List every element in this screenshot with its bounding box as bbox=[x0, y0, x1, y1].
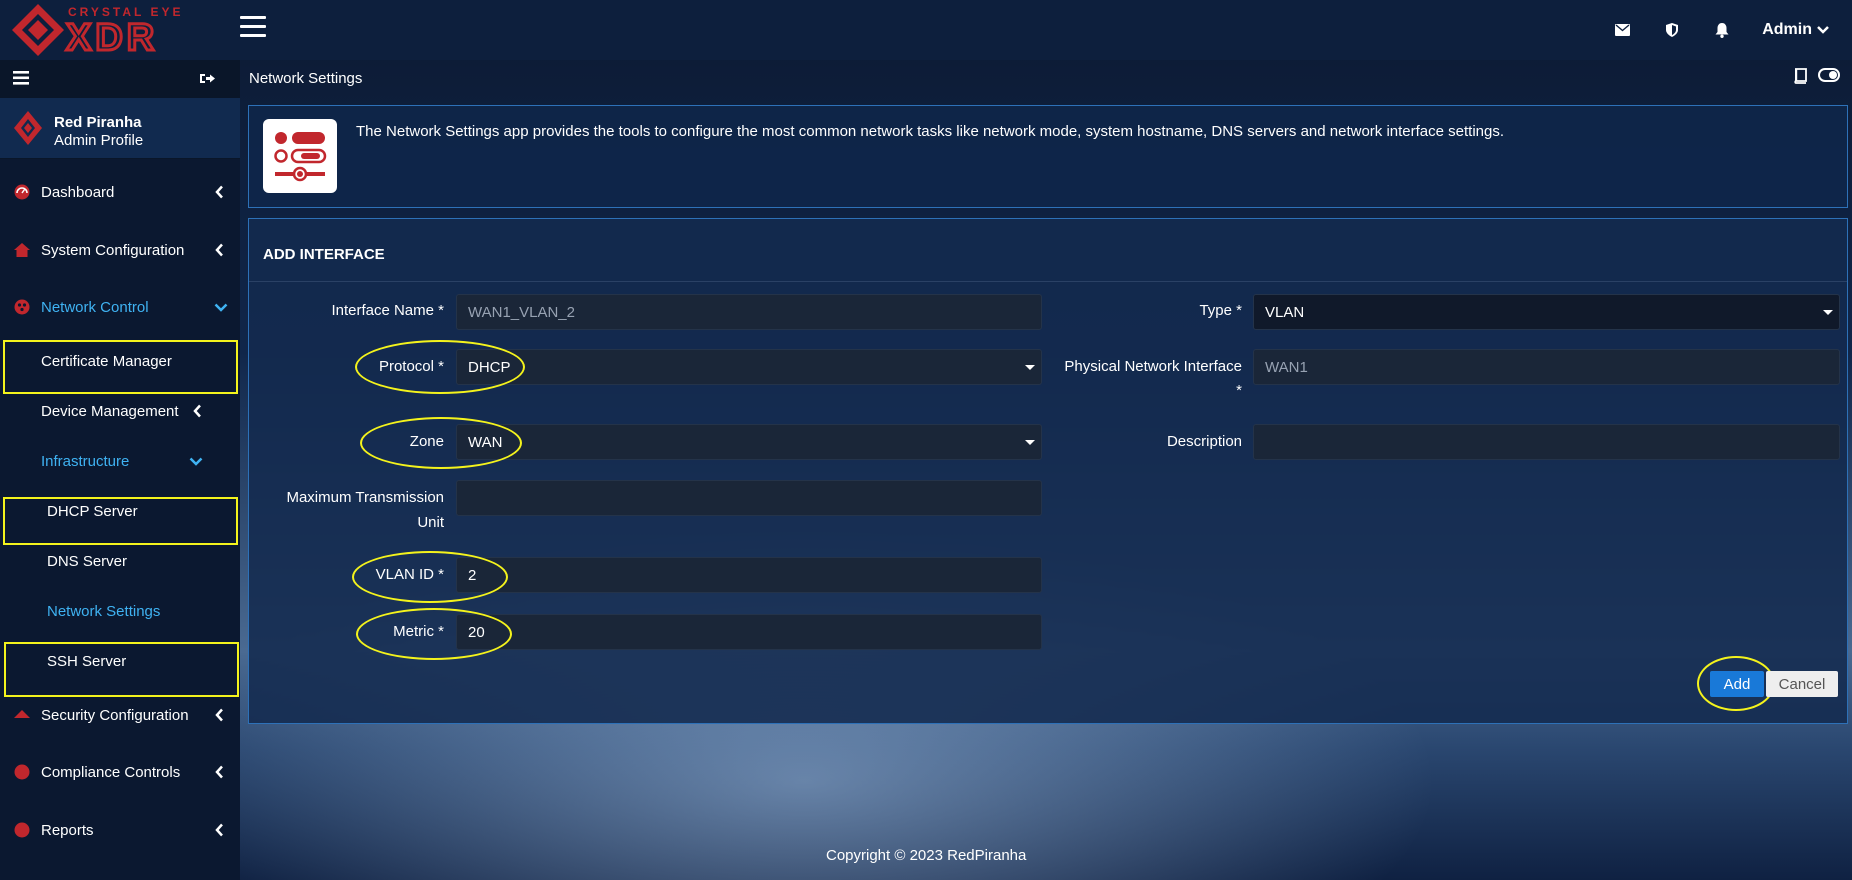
mtu-label-line1: Maximum Transmission bbox=[286, 489, 444, 506]
red-piranha-logo bbox=[14, 111, 42, 145]
vlan-id-input[interactable]: 2 bbox=[456, 557, 1042, 593]
type-value: VLAN bbox=[1265, 303, 1305, 321]
dashboard-gauge-icon bbox=[14, 184, 30, 200]
annotation-metric bbox=[356, 608, 512, 660]
chevron-down-icon bbox=[214, 303, 228, 312]
description-label: Description bbox=[1166, 433, 1242, 450]
sidebar-item-label: System Configuration bbox=[41, 241, 185, 259]
physical-interface-label-line2: * bbox=[1236, 382, 1242, 399]
toggle-icon[interactable] bbox=[1818, 68, 1840, 82]
annotation-zone bbox=[360, 417, 522, 469]
sidebar-item-label: Infrastructure bbox=[41, 452, 130, 470]
sidebar-item-security-configuration[interactable]: Security Configuration bbox=[0, 695, 240, 735]
physical-interface-placeholder: WAN1 bbox=[1265, 358, 1308, 376]
caret-down-icon bbox=[1025, 440, 1035, 445]
profile-name: Red Piranha bbox=[54, 114, 142, 131]
admin-label: Admin bbox=[1762, 21, 1812, 38]
chevron-left-icon bbox=[215, 243, 223, 257]
sidebar-item-label: DNS Server bbox=[47, 552, 128, 570]
type-label: Type * bbox=[1199, 302, 1242, 319]
sidebar-item-label: Certificate Manager bbox=[41, 352, 172, 370]
caret-down-icon bbox=[1823, 310, 1833, 315]
sidebar-item-dashboard[interactable]: Dashboard bbox=[0, 172, 240, 212]
compliance-icon bbox=[14, 764, 30, 780]
annotation-protocol bbox=[355, 340, 525, 394]
sidebar-item-label: Compliance Controls bbox=[41, 763, 181, 781]
app-info-panel: The Network Settings app provides the to… bbox=[248, 105, 1848, 208]
sidebar-item-label: Security Configuration bbox=[41, 706, 189, 724]
envelope-icon[interactable] bbox=[1612, 20, 1632, 40]
caret-down-icon bbox=[1025, 365, 1035, 370]
profile-subtitle: Admin Profile bbox=[54, 132, 144, 149]
description-input[interactable] bbox=[1253, 424, 1840, 460]
sidebar-item-label: SSH Server bbox=[47, 652, 127, 670]
sidebar-item-compliance-controls[interactable]: Compliance Controls bbox=[0, 752, 240, 792]
sidebar-item-label: Network Control bbox=[41, 298, 149, 316]
reports-icon bbox=[14, 822, 30, 838]
sidebar-item-label: Dashboard bbox=[41, 183, 115, 201]
sidebar-item-network-control[interactable]: Network Control bbox=[0, 287, 240, 327]
mtu-label-line2: Unit bbox=[417, 514, 444, 531]
chevron-left-icon bbox=[193, 404, 201, 418]
protocol-select[interactable]: DHCP bbox=[456, 349, 1042, 385]
shield-icon[interactable] bbox=[1662, 20, 1682, 40]
security-icon bbox=[14, 710, 30, 718]
sidebar-item-label: Device Management bbox=[41, 402, 179, 420]
footer-copyright: Copyright © 2023 RedPiranha bbox=[826, 847, 1027, 864]
chevron-left-icon bbox=[215, 823, 223, 837]
cancel-button[interactable]: Cancel bbox=[1766, 671, 1838, 697]
interface-name-input[interactable]: WAN1_VLAN_2 bbox=[456, 294, 1042, 330]
profile-card[interactable]: Red Piranha Admin Profile bbox=[0, 98, 240, 159]
mtu-input[interactable] bbox=[456, 480, 1042, 516]
sidebar-item-device-management[interactable]: Device Management bbox=[41, 391, 221, 431]
sidebar-item-label: Network Settings bbox=[47, 602, 161, 620]
network-globe-icon bbox=[14, 299, 30, 315]
sidebar-item-label: Reports bbox=[41, 821, 94, 839]
sign-out-icon[interactable] bbox=[200, 72, 215, 85]
chevron-left-icon bbox=[215, 185, 223, 199]
physical-interface-input[interactable]: WAN1 bbox=[1253, 349, 1840, 385]
sidebar: Red Piranha Admin Profile Dashboard Syst… bbox=[0, 60, 240, 880]
interface-name-label: Interface Name * bbox=[331, 302, 444, 319]
sidebar-item-reports[interactable]: Reports bbox=[0, 810, 240, 850]
book-icon[interactable] bbox=[1792, 68, 1808, 84]
form-heading: ADD INTERFACE bbox=[263, 246, 385, 263]
home-icon bbox=[14, 243, 30, 257]
interface-name-placeholder: WAN1_VLAN_2 bbox=[468, 303, 575, 321]
chevron-left-icon bbox=[215, 708, 223, 722]
sidebar-item-system-configuration[interactable]: System Configuration bbox=[0, 230, 240, 270]
page-title: Network Settings bbox=[249, 70, 363, 87]
app-description: The Network Settings app provides the to… bbox=[356, 123, 1505, 140]
network-settings-app-icon bbox=[263, 119, 337, 193]
sidebar-toolbar bbox=[0, 60, 240, 98]
sidebar-item-label: DHCP Server bbox=[47, 502, 138, 520]
chevron-down-icon bbox=[1817, 26, 1829, 34]
zone-select[interactable]: WAN bbox=[456, 424, 1042, 460]
chevron-left-icon bbox=[215, 765, 223, 779]
sidebar-collapse-icon[interactable] bbox=[13, 71, 29, 85]
admin-menu[interactable]: Admin bbox=[1762, 21, 1830, 39]
sidebar-item-infrastructure[interactable]: Infrastructure bbox=[41, 441, 221, 481]
crystal-eye-xdr-logo[interactable]: CRYSTAL EYE XDR bbox=[8, 0, 208, 61]
main-menu-toggle[interactable] bbox=[240, 16, 266, 40]
add-button[interactable]: Add bbox=[1710, 671, 1764, 697]
form-divider bbox=[249, 281, 1847, 282]
metric-input[interactable]: 20 bbox=[456, 614, 1042, 650]
brand-main: XDR bbox=[66, 17, 158, 59]
chevron-down-icon bbox=[189, 457, 203, 466]
annotation-vlan-id bbox=[352, 551, 508, 603]
physical-interface-label-line1: Physical Network Interface bbox=[1064, 358, 1242, 375]
type-select[interactable]: VLAN bbox=[1253, 294, 1840, 330]
bell-icon[interactable] bbox=[1712, 20, 1732, 40]
sidebar-item-certificate-manager[interactable]: Certificate Manager bbox=[41, 341, 281, 381]
top-bar: CRYSTAL EYE XDR Admin bbox=[0, 0, 1852, 61]
